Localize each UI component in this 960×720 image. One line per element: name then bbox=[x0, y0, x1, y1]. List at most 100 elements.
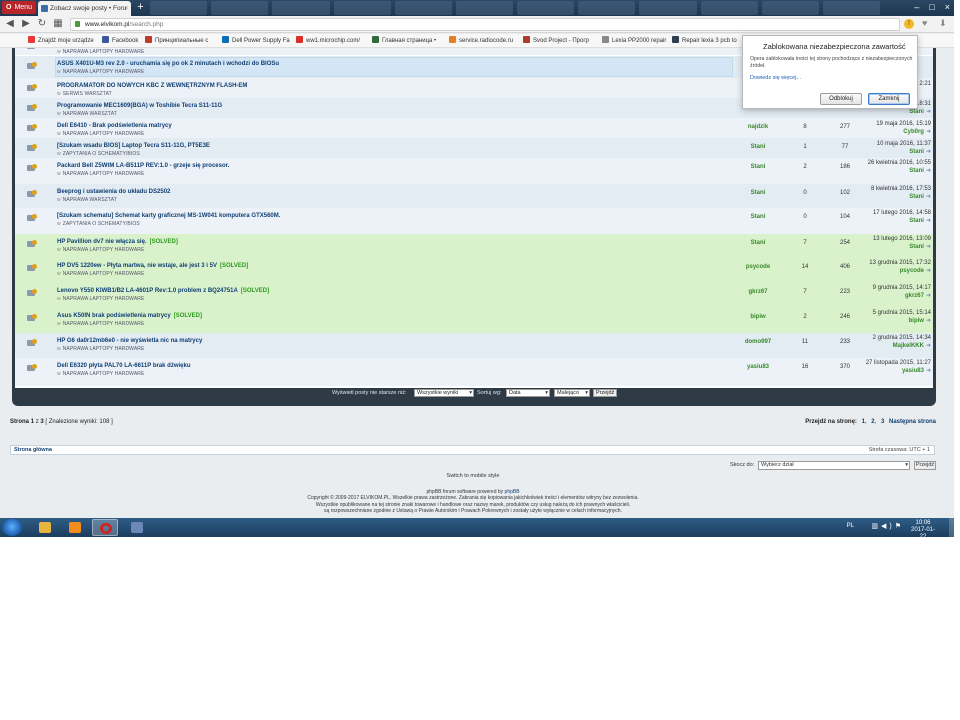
mobile-style-link[interactable]: Switch to mobile style bbox=[0, 473, 946, 479]
topic-author[interactable]: yasiu83 bbox=[715, 364, 801, 370]
topic-title-link[interactable]: HP G6 da0r12mb6e0 - nie wyświetla nic na… bbox=[57, 338, 202, 344]
topic-author[interactable]: Stani bbox=[715, 214, 801, 220]
next-page-link[interactable]: Następna strona bbox=[889, 419, 936, 425]
topic-author[interactable]: Stani bbox=[715, 240, 801, 246]
forum-link[interactable]: NAPRAWA LAPTOPY HARDWARE bbox=[63, 69, 145, 75]
forum-link[interactable]: SERWIS WARSZTAT bbox=[63, 91, 112, 97]
goto-last-post-icon[interactable]: ➜ bbox=[926, 168, 931, 174]
last-post-user[interactable]: Stani bbox=[909, 218, 924, 224]
learn-more-link[interactable]: Dowiedz się więcej... bbox=[750, 75, 801, 81]
maximize-icon[interactable]: □ bbox=[929, 0, 934, 14]
back-icon[interactable]: ◀ bbox=[4, 18, 16, 30]
bookmark-item[interactable]: Главная страница • bbox=[372, 34, 436, 47]
forum-link[interactable]: NAPRAWA LAPTOPY HARDWARE bbox=[63, 271, 145, 277]
goto-last-post-icon[interactable]: ➜ bbox=[926, 129, 931, 135]
tab-close-icon[interactable]: × bbox=[124, 1, 128, 16]
topic-title-link[interactable]: Dell E6410 - Brak podświetlenia matrycy bbox=[57, 123, 172, 129]
bookmark-item[interactable]: ww1.microchip.com/ bbox=[296, 34, 360, 47]
forum-link[interactable]: NAPRAWA LAPTOPY HARDWARE bbox=[63, 321, 145, 327]
heart-icon[interactable]: ♥ bbox=[922, 18, 927, 28]
jump-go-button[interactable]: Przejdź bbox=[914, 461, 936, 470]
start-button-icon[interactable] bbox=[2, 519, 22, 536]
topic-title-link[interactable]: Programowanie MEC1609(BGA) w Toshibie Te… bbox=[57, 103, 222, 109]
forward-icon[interactable]: ▶ bbox=[20, 18, 32, 30]
taskbar-app-explorer[interactable] bbox=[32, 519, 58, 536]
forum-link[interactable]: ZAPYTANIA O SCHEMATY/BIOS bbox=[63, 151, 140, 157]
page-link-3[interactable]: 3 bbox=[881, 419, 884, 425]
goto-last-post-icon[interactable]: ➜ bbox=[926, 109, 931, 115]
last-post-user[interactable]: yasiu83 bbox=[902, 368, 924, 374]
goto-last-post-icon[interactable]: ➜ bbox=[926, 218, 931, 224]
topic-title-link[interactable]: Lenovo Y550 KIWB1/B2 LA-4601P Rev:1.0 pr… bbox=[57, 288, 269, 294]
forum-link[interactable]: ZAPYTANIA O SCHEMATY/BIOS bbox=[63, 221, 140, 227]
topic-title-link[interactable]: HP DV5 1220ew - Płyta martwa, nie wstaje… bbox=[57, 263, 248, 269]
new-tab-button[interactable]: + bbox=[135, 2, 146, 13]
forum-link[interactable]: NAPRAWA WARSZTAT bbox=[63, 197, 117, 203]
blocked-content-icon[interactable]: ! bbox=[904, 19, 914, 29]
topic-author[interactable]: Stani bbox=[715, 144, 801, 150]
flag-icon[interactable]: ⚑ bbox=[895, 523, 904, 530]
reload-icon[interactable]: ↻ bbox=[36, 18, 48, 30]
topic-title-link[interactable]: PROGRAMATOR DO NOWYCH KBC Z WEWNĘTRZNYM … bbox=[57, 83, 247, 89]
language-indicator[interactable]: PL bbox=[847, 523, 854, 529]
taskbar-app-app[interactable] bbox=[124, 519, 150, 536]
topic-title-link[interactable]: [Szukam schematu] Schemat karty graficzn… bbox=[57, 213, 280, 219]
forum-link[interactable]: NAPRAWA LAPTOPY HARDWARE bbox=[63, 171, 145, 177]
last-post-user[interactable]: Stani bbox=[909, 149, 924, 155]
close-popup-button[interactable]: Zamknij bbox=[868, 93, 910, 105]
goto-last-post-icon[interactable]: ➜ bbox=[926, 268, 931, 274]
address-bar[interactable]: www.elvikom.pl/search.php bbox=[70, 18, 900, 31]
topic-title-link[interactable]: Asus K50IN brak podświetlenia matrycy [SO… bbox=[57, 313, 202, 319]
topic-title-link[interactable]: HP Pavillion dv7 nie włącza się. [SOLVED] bbox=[57, 239, 178, 245]
goto-last-post-icon[interactable]: ➜ bbox=[926, 194, 931, 200]
topic-title-link[interactable]: ASUS X401U-M3 rev 2.0 - uruchamia się po… bbox=[57, 61, 279, 67]
sort-go-button[interactable]: Przejdź bbox=[593, 389, 618, 397]
opera-menu-button[interactable]: O Menu bbox=[2, 1, 36, 14]
goto-last-post-icon[interactable]: ➜ bbox=[926, 368, 931, 374]
sort-select[interactable]: Data bbox=[506, 389, 550, 397]
topic-author[interactable]: Stani bbox=[715, 164, 801, 170]
taskbar-app-media-player[interactable] bbox=[62, 519, 88, 536]
topic-author[interactable]: psycode bbox=[715, 264, 801, 270]
bookmark-item[interactable]: Lexia PP2000 repair bbox=[602, 34, 666, 47]
forum-link[interactable]: NAPRAWA LAPTOPY HARDWARE bbox=[63, 346, 145, 352]
bookmark-item[interactable]: Repair lexia 3 pcb to bbox=[672, 34, 737, 47]
minimize-icon[interactable]: – bbox=[914, 0, 919, 14]
forum-link[interactable]: NAPRAWA LAPTOPY HARDWARE bbox=[63, 371, 145, 377]
last-post-user[interactable]: Stani bbox=[909, 168, 924, 174]
topic-author[interactable]: domo997 bbox=[715, 339, 801, 345]
goto-last-post-icon[interactable]: ➜ bbox=[926, 244, 931, 250]
topic-author[interactable]: Stani bbox=[715, 190, 801, 196]
show-desktop-button[interactable] bbox=[949, 518, 954, 537]
taskbar-app-opera[interactable] bbox=[92, 519, 118, 536]
close-window-icon[interactable]: × bbox=[945, 0, 950, 14]
last-post-user[interactable]: Stani bbox=[909, 194, 924, 200]
topic-title-link[interactable]: Dell E6320 płyta PAL70 LA-6611P brak dźw… bbox=[57, 363, 191, 369]
bookmark-item[interactable]: Svod Project - Прогр bbox=[523, 34, 589, 47]
topic-author[interactable]: gkrz67 bbox=[715, 289, 801, 295]
last-post-user[interactable]: MajkelKKK bbox=[893, 343, 924, 349]
order-select[interactable]: Malejąco bbox=[554, 389, 590, 397]
last-post-user[interactable]: Stani bbox=[909, 109, 924, 115]
topic-author[interactable]: bipiw bbox=[715, 314, 801, 320]
home-link[interactable]: Strona główna bbox=[14, 446, 52, 454]
topic-title-link[interactable]: [Szukam wsadu BIOS] Laptop Tecra S11-11G… bbox=[57, 143, 210, 149]
bookmark-item[interactable]: Facebook bbox=[102, 34, 138, 47]
forum-link[interactable]: NAPRAWA WARSZTAT bbox=[63, 111, 117, 117]
goto-last-post-icon[interactable]: ➜ bbox=[926, 318, 931, 324]
jump-select[interactable]: Wybierz dział bbox=[758, 461, 910, 470]
forum-link[interactable]: NAPRAWA LAPTOPY HARDWARE bbox=[63, 296, 145, 302]
topic-title-link[interactable]: Packard Bell Z5WtM LA-B511P REV:1.0 - gr… bbox=[57, 163, 229, 169]
bookmark-item[interactable]: Znajdź moje urządze bbox=[28, 34, 94, 47]
goto-last-post-icon[interactable]: ➜ bbox=[926, 343, 931, 349]
unblock-button[interactable]: Odblokuj bbox=[820, 93, 862, 105]
forum-link[interactable]: NAPRAWA LAPTOPY HARDWARE bbox=[63, 49, 145, 55]
topic-author[interactable]: najdzik bbox=[715, 124, 801, 130]
volume-icon[interactable]: ◀) bbox=[881, 523, 895, 530]
tab-active[interactable]: Zobacz swoje posty • Foru × bbox=[38, 1, 131, 16]
forum-link[interactable]: NAPRAWA LAPTOPY HARDWARE bbox=[63, 247, 145, 253]
last-post-user[interactable]: bipiw bbox=[909, 318, 924, 324]
last-post-user[interactable]: psycode bbox=[900, 268, 924, 274]
last-post-user[interactable]: Cyb0rg bbox=[903, 129, 924, 135]
bookmark-item[interactable]: service.radiocode.ru bbox=[449, 34, 513, 47]
